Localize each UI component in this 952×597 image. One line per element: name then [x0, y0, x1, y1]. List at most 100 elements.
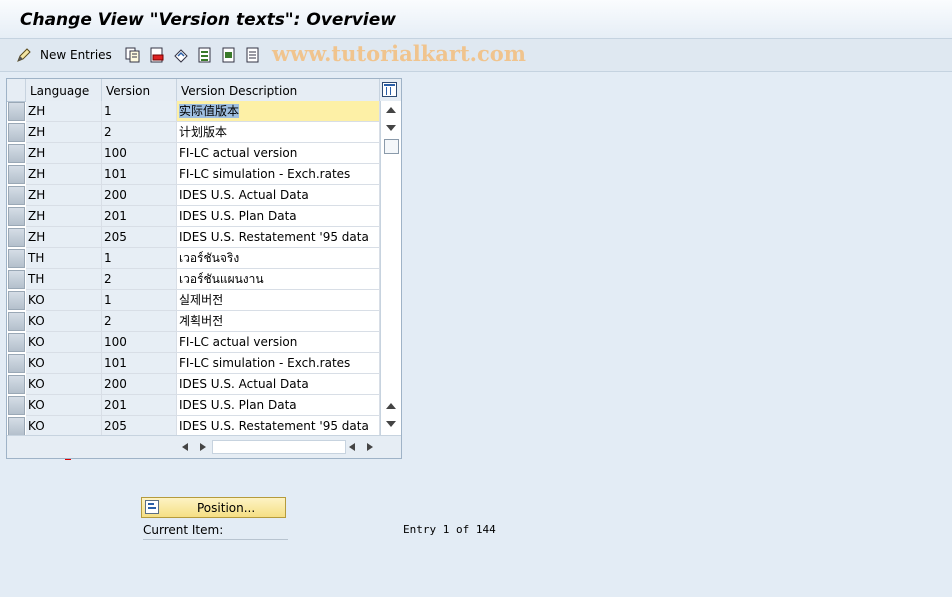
cell-description-input[interactable]: FI-LC simulation - Exch.rates [177, 164, 380, 185]
new-entries-button[interactable]: New Entries [16, 45, 112, 65]
cell-description-input[interactable]: 계획버전 [177, 311, 380, 332]
cell-language: KO [26, 395, 102, 416]
row-selector[interactable] [8, 417, 25, 436]
column-header-language[interactable]: Language [26, 79, 102, 101]
cell-description-input[interactable]: IDES U.S. Restatement '95 data [177, 227, 380, 248]
cell-version: 100 [102, 143, 177, 164]
row-selector[interactable] [8, 144, 25, 163]
cell-version: 200 [102, 185, 177, 206]
scroll-right-icon[interactable] [200, 443, 206, 451]
cell-version: 1 [102, 101, 177, 122]
cell-description-text: IDES U.S. Plan Data [179, 209, 297, 223]
table-settings-icon[interactable] [382, 82, 397, 97]
row-selector[interactable] [8, 270, 25, 289]
column-header-description[interactable]: Version Description [177, 79, 380, 101]
cell-description-input[interactable]: 计划版本 [177, 122, 380, 143]
cell-language: ZH [26, 122, 102, 143]
row-selector[interactable] [8, 249, 25, 268]
row-selector[interactable] [8, 102, 25, 121]
scroll-thumb[interactable] [384, 139, 399, 154]
new-entries-label: New Entries [40, 48, 112, 62]
scroll-left-end-icon[interactable] [349, 443, 355, 451]
cell-version: 201 [102, 206, 177, 227]
table-row: KO 200 IDES U.S. Actual Data [7, 374, 380, 395]
cell-description-input[interactable]: FI-LC actual version [177, 143, 380, 164]
cell-language: KO [26, 416, 102, 437]
table-header: Language Version Version Description [7, 79, 401, 102]
cell-description-text: FI-LC actual version [179, 146, 298, 160]
cell-version: 1 [102, 248, 177, 269]
scroll-up-icon[interactable] [386, 107, 396, 113]
cell-description-input[interactable]: 实际值版本 [177, 101, 380, 122]
cell-description-input[interactable]: FI-LC simulation - Exch.rates [177, 353, 380, 374]
cell-description-input[interactable]: IDES U.S. Plan Data [177, 206, 380, 227]
row-selector[interactable] [8, 396, 25, 415]
cell-language: TH [26, 248, 102, 269]
cell-version: 2 [102, 269, 177, 290]
cell-version: 100 [102, 332, 177, 353]
cell-description-input[interactable]: เวอร์ชันแผนงาน [177, 269, 380, 290]
cell-description-input[interactable]: FI-LC actual version [177, 332, 380, 353]
scroll-page-up-icon[interactable] [386, 403, 396, 409]
table-row: ZH 100 FI-LC actual version [7, 143, 380, 164]
row-selector[interactable] [8, 123, 25, 142]
select-block-button[interactable] [221, 45, 237, 65]
scroll-left-icon[interactable] [182, 443, 188, 451]
cell-description-input[interactable]: 실제버전 [177, 290, 380, 311]
row-selector[interactable] [8, 291, 25, 310]
select-block-icon [222, 47, 235, 63]
cell-description-input[interactable]: IDES U.S. Actual Data [177, 185, 380, 206]
delete-button[interactable] [149, 45, 165, 65]
table-row: TH 2 เวอร์ชันแผนงาน [7, 269, 380, 290]
cell-version: 201 [102, 395, 177, 416]
table-row: ZH 205 IDES U.S. Restatement '95 data [7, 227, 380, 248]
copy-button[interactable] [125, 45, 141, 65]
cell-language: KO [26, 332, 102, 353]
column-header-version[interactable]: Version [102, 79, 177, 101]
row-selector[interactable] [8, 186, 25, 205]
scroll-right-end-icon[interactable] [367, 443, 373, 451]
cell-description-text: FI-LC simulation - Exch.rates [179, 356, 351, 370]
delete-icon [150, 47, 164, 63]
row-selector[interactable] [8, 165, 25, 184]
row-selector[interactable] [8, 312, 25, 331]
title-bar: Change View "Version texts": Overview [0, 0, 952, 39]
cell-description-text: IDES U.S. Restatement '95 data [179, 419, 369, 433]
horizontal-scrollbar[interactable] [7, 435, 401, 458]
table-row: KO 100 FI-LC actual version [7, 332, 380, 353]
table-control: Language Version Version Description ZH 1… [6, 78, 402, 459]
cell-description-text: เวอร์ชันจริง [179, 251, 240, 265]
cell-version: 101 [102, 164, 177, 185]
row-selector[interactable] [8, 207, 25, 226]
cell-description-text: FI-LC simulation - Exch.rates [179, 167, 351, 181]
cell-description-text: 实际值版本 [179, 104, 240, 118]
deselect-all-button[interactable] [245, 45, 261, 65]
select-all-rows-button[interactable] [7, 79, 26, 101]
scroll-page-down-icon[interactable] [386, 421, 396, 427]
table-row: KO 201 IDES U.S. Plan Data [7, 395, 380, 416]
row-selector[interactable] [8, 333, 25, 352]
cell-description-input[interactable]: IDES U.S. Plan Data [177, 395, 380, 416]
position-button[interactable]: Position... [141, 497, 286, 518]
cell-language: KO [26, 290, 102, 311]
row-selector[interactable] [8, 375, 25, 394]
horizontal-scroll-track[interactable] [212, 440, 346, 454]
current-item-label: Current Item: [143, 523, 288, 540]
cell-description-text: 실제버전 [179, 293, 224, 307]
cell-version: 200 [102, 374, 177, 395]
cell-description-input[interactable]: เวอร์ชันจริง [177, 248, 380, 269]
select-all-button[interactable] [197, 45, 213, 65]
row-selector[interactable] [8, 354, 25, 373]
position-icon [145, 500, 159, 514]
table-row: KO 1 실제버전 [7, 290, 380, 311]
cell-language: KO [26, 353, 102, 374]
cell-description-text: เวอร์ชันแผนงาน [179, 272, 264, 286]
select-all-icon [198, 47, 211, 63]
row-selector[interactable] [8, 228, 25, 247]
cell-description-text: IDES U.S. Actual Data [179, 377, 309, 391]
cell-description-input[interactable]: IDES U.S. Restatement '95 data [177, 416, 380, 437]
scroll-down-icon[interactable] [386, 125, 396, 131]
vertical-scrollbar[interactable] [380, 101, 401, 435]
cell-description-input[interactable]: IDES U.S. Actual Data [177, 374, 380, 395]
undo-change-button[interactable] [173, 45, 189, 65]
